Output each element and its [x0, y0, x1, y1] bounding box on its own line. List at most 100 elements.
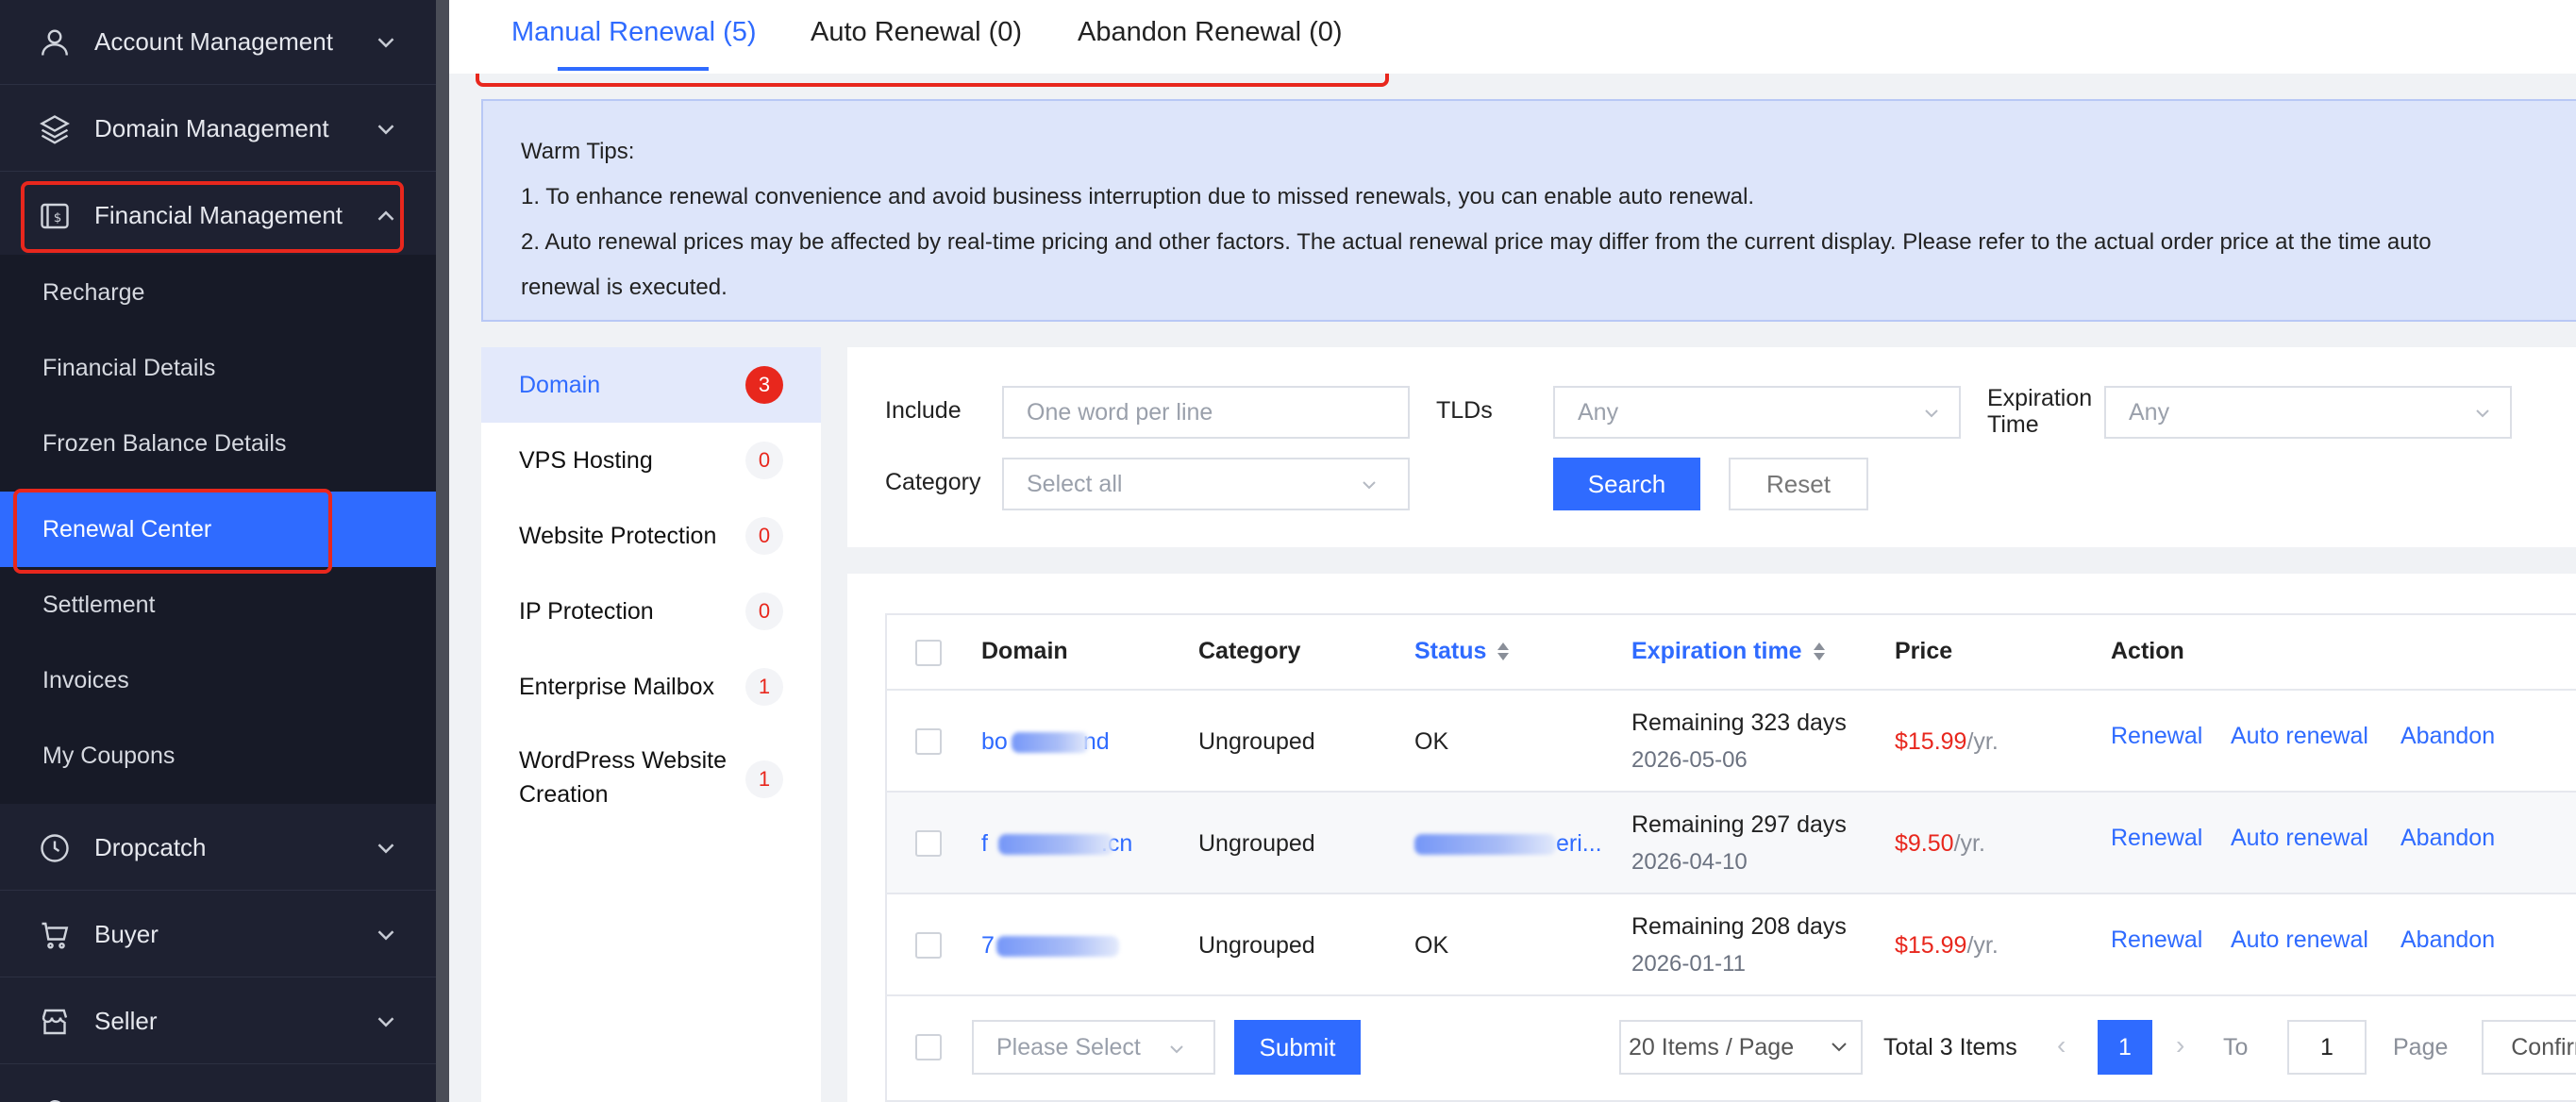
- remaining-days: Remaining 208 days: [1631, 913, 1847, 940]
- prev-page-icon[interactable]: ‹: [2057, 1030, 2066, 1060]
- confirm-button[interactable]: Confirm: [2482, 1020, 2576, 1075]
- remaining-days: Remaining 297 days: [1631, 811, 1847, 838]
- table-row: f .cn Ungrouped eri... Remaining 297 days…: [887, 793, 2576, 894]
- goto-to-label: To: [2223, 1034, 2249, 1060]
- sidebar-item-recharge[interactable]: Recharge: [0, 255, 436, 330]
- sidebar-item-label: Renewal Center: [42, 515, 212, 543]
- category-label: Domain: [519, 372, 601, 398]
- category-website-protection[interactable]: Website Protection 0: [481, 498, 821, 574]
- tab-manual-renewal[interactable]: Manual Renewal (5): [511, 17, 757, 48]
- chevron-down-icon: [377, 930, 394, 941]
- bulk-action-select[interactable]: Please Select: [972, 1020, 1215, 1075]
- chevron-down-icon: [2476, 409, 2489, 418]
- sidebar-item-renewal-center[interactable]: Renewal Center: [0, 492, 436, 567]
- tab-abandon-renewal[interactable]: Abandon Renewal (0): [1078, 17, 1343, 48]
- category-label: Enterprise Mailbox: [519, 674, 715, 700]
- abandon-link[interactable]: Abandon: [2400, 723, 2495, 750]
- sidebar-group-domain-management[interactable]: Domain Management: [0, 87, 436, 172]
- sidebar-item-invoices[interactable]: Invoices: [0, 643, 436, 718]
- store-icon: [36, 1003, 74, 1041]
- count-badge: 1: [745, 760, 783, 798]
- sidebar-group-dropcatch[interactable]: Dropcatch: [0, 806, 436, 891]
- sidebar-item-label: Recharge: [42, 278, 145, 306]
- sidebar-group-label: Account Management: [94, 27, 333, 56]
- tab-auto-renewal[interactable]: Auto Renewal (0): [811, 17, 1022, 48]
- submit-button[interactable]: Submit: [1234, 1020, 1361, 1075]
- goto-page-input[interactable]: 1: [2287, 1020, 2367, 1075]
- sidebar-group-label: Financial Management: [94, 201, 343, 229]
- sidebar-item-financial-details[interactable]: Financial Details: [0, 330, 436, 406]
- page-size-select[interactable]: 20 Items / Page: [1619, 1020, 1863, 1075]
- tlds-value: Any: [1578, 398, 1619, 426]
- tips-line-3: renewal is executed.: [521, 275, 728, 300]
- header-category: Category: [1198, 638, 1301, 664]
- next-page-icon[interactable]: ›: [2176, 1030, 2184, 1060]
- row-checkbox[interactable]: [915, 830, 942, 857]
- category-ip-protection[interactable]: IP Protection 0: [481, 574, 821, 649]
- bulk-action-placeholder: Please Select: [996, 1033, 1141, 1060]
- sidebar-item-my-coupons[interactable]: My Coupons: [0, 718, 436, 793]
- count-badge: 1: [745, 668, 783, 706]
- filter-panel: Include One word per line TLDs Any Expir…: [847, 347, 2576, 547]
- abandon-link[interactable]: Abandon: [2400, 825, 2495, 852]
- sidebar-group-buyer[interactable]: Buyer: [0, 893, 436, 977]
- sidebar-item-frozen-balance-details[interactable]: Frozen Balance Details: [0, 406, 436, 481]
- category-domain[interactable]: Domain 3: [481, 347, 821, 423]
- row-checkbox[interactable]: [915, 932, 942, 959]
- sidebar-scrollbar[interactable]: [436, 0, 449, 1102]
- include-input[interactable]: One word per line: [1002, 386, 1410, 439]
- renewal-link[interactable]: Renewal: [2111, 825, 2202, 852]
- auto-renewal-link[interactable]: Auto renewal: [2231, 927, 2368, 954]
- count-badge: 3: [745, 366, 783, 404]
- select-all-checkbox[interactable]: [915, 640, 942, 666]
- user-icon: [36, 24, 74, 61]
- expiration-time-label: Expiration Time: [1987, 385, 2093, 438]
- count-badge: 0: [745, 517, 783, 555]
- category-select-value: Select all: [1027, 470, 1123, 497]
- svg-text:$: $: [54, 210, 62, 225]
- sidebar: Account Management Domain Management $ F…: [0, 0, 436, 1102]
- category-wordpress-website-creation[interactable]: WordPress Website Creation 1: [481, 725, 821, 828]
- sidebar-group-cut-off[interactable]: [0, 1066, 436, 1102]
- sidebar-group-seller[interactable]: Seller: [0, 979, 436, 1064]
- sidebar-group-account-management[interactable]: Account Management: [0, 0, 436, 85]
- category-select[interactable]: Select all: [1002, 458, 1410, 510]
- financial-submenu: Recharge Financial Details Frozen Balanc…: [0, 255, 436, 804]
- page-number-current[interactable]: 1: [2098, 1020, 2152, 1075]
- auto-renewal-link[interactable]: Auto renewal: [2231, 825, 2368, 852]
- header-status[interactable]: Status: [1414, 638, 1510, 665]
- category-label: Website Protection: [519, 523, 717, 549]
- domain-start: f: [981, 830, 988, 857]
- renewal-link[interactable]: Renewal: [2111, 723, 2202, 750]
- table-header: Domain Category Status Expiration time P…: [887, 615, 2576, 691]
- abandon-link[interactable]: Abandon: [2400, 927, 2495, 954]
- expiration-date: 2026-04-10: [1631, 849, 1748, 875]
- count-badge: 0: [745, 442, 783, 479]
- product-category-list: Domain 3 VPS Hosting 0 Website Protectio…: [481, 347, 821, 1102]
- auto-renewal-link[interactable]: Auto renewal: [2231, 723, 2368, 750]
- renewal-link[interactable]: Renewal: [2111, 927, 2202, 954]
- category-enterprise-mailbox[interactable]: Enterprise Mailbox 1: [481, 649, 821, 725]
- footer-select-all-checkbox[interactable]: [915, 1034, 942, 1060]
- sort-icon: [1497, 643, 1510, 660]
- search-button[interactable]: Search: [1553, 458, 1700, 510]
- reset-button[interactable]: Reset: [1729, 458, 1868, 510]
- header-expiration-label: Expiration time: [1631, 638, 1802, 664]
- category-vps-hosting[interactable]: VPS Hosting 0: [481, 423, 821, 498]
- price-value: $15.99: [1895, 728, 1967, 755]
- sidebar-group-financial-management[interactable]: $ Financial Management: [0, 174, 436, 259]
- chevron-down-icon: [1925, 409, 1938, 418]
- tlds-label: TLDs: [1436, 397, 1493, 424]
- row-checkbox[interactable]: [915, 728, 942, 755]
- domain-link[interactable]: 7: [981, 932, 995, 960]
- header-status-label: Status: [1414, 638, 1487, 664]
- header-expiration-time[interactable]: Expiration time: [1631, 638, 1825, 665]
- header-action: Action: [2111, 638, 2184, 664]
- sidebar-item-settlement[interactable]: Settlement: [0, 567, 436, 643]
- expiration-date: 2026-05-06: [1631, 747, 1748, 773]
- tlds-select[interactable]: Any: [1553, 386, 1961, 439]
- warm-tips-box: Warm Tips: 1. To enhance renewal conveni…: [481, 99, 2576, 322]
- price-value: $9.50: [1895, 830, 1954, 857]
- expiration-time-select[interactable]: Any: [2104, 386, 2512, 439]
- cart-icon: [36, 916, 74, 954]
